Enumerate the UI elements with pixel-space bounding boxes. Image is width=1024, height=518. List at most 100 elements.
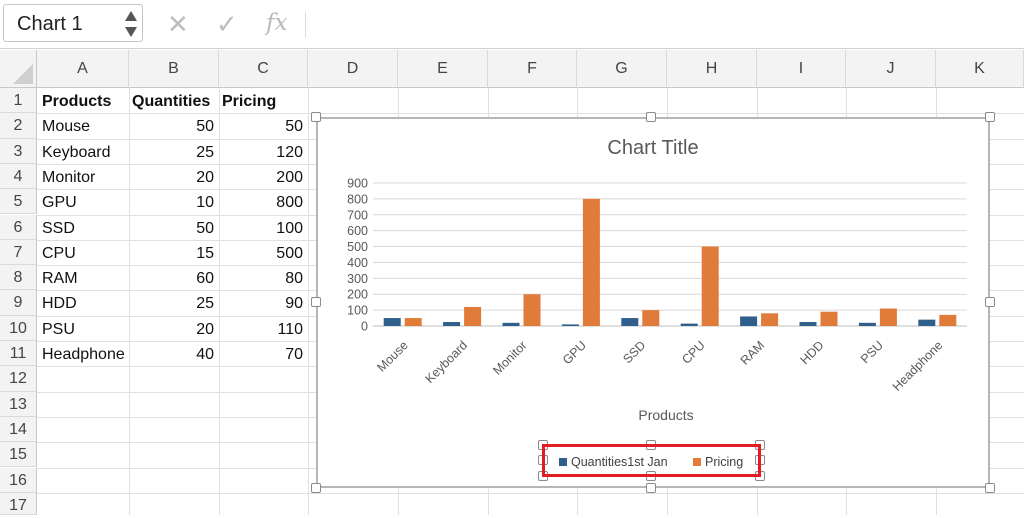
cell-c1[interactable]: Pricing <box>222 89 306 114</box>
row-header-9[interactable]: 9 <box>0 290 37 316</box>
row-header-17[interactable]: 17 <box>0 492 37 515</box>
select-all-button[interactable] <box>0 50 37 88</box>
bar-pricing[interactable] <box>939 314 957 326</box>
bar-pricing[interactable] <box>642 310 660 326</box>
bar-pricing[interactable] <box>820 311 838 326</box>
resize-handle-bottom-right[interactable] <box>985 483 995 493</box>
y-tick-label[interactable]: 900 <box>347 177 368 191</box>
cell-a8[interactable]: RAM <box>42 266 128 291</box>
cell-b8[interactable]: 60 <box>131 266 214 291</box>
x-tick-label[interactable]: Headphone <box>890 338 946 394</box>
cell-c6[interactable]: 100 <box>221 216 303 241</box>
bar-quantities[interactable] <box>561 324 579 326</box>
cell-b5[interactable]: 10 <box>131 190 214 215</box>
cell-c9[interactable]: 90 <box>221 291 303 316</box>
y-tick-label[interactable]: 400 <box>347 256 368 270</box>
bar-pricing[interactable] <box>523 294 541 326</box>
x-tick-label[interactable]: GPU <box>560 338 589 367</box>
y-tick-label[interactable]: 100 <box>347 304 368 318</box>
resize-handle-top-right[interactable] <box>985 112 995 122</box>
cell-b6[interactable]: 50 <box>131 216 214 241</box>
cell-a4[interactable]: Monitor <box>42 165 128 190</box>
cell-c4[interactable]: 200 <box>221 165 303 190</box>
row-header-3[interactable]: 3 <box>0 138 37 164</box>
cell-a5[interactable]: GPU <box>42 190 128 215</box>
column-header-a[interactable]: A <box>37 50 129 88</box>
bar-pricing[interactable] <box>879 308 897 326</box>
cell-a11[interactable]: Headphone <box>42 342 128 367</box>
row-header-11[interactable]: 11 <box>0 341 37 367</box>
bar-quantities[interactable] <box>918 319 936 326</box>
cell-c11[interactable]: 70 <box>221 342 303 367</box>
column-header-b[interactable]: B <box>129 50 219 88</box>
x-axis-title[interactable]: Products <box>638 407 693 423</box>
resize-handle-top-left[interactable] <box>311 112 321 122</box>
bar-pricing[interactable] <box>761 313 779 326</box>
cell-c8[interactable]: 80 <box>221 266 303 291</box>
x-tick-label[interactable]: CPU <box>679 338 708 367</box>
bar-pricing[interactable] <box>701 246 719 326</box>
bar-chart[interactable]: Chart Title Products 0 100 200 300 400 500 600… <box>316 117 990 488</box>
resize-handle-left[interactable] <box>311 297 321 307</box>
cell-b1[interactable]: Quantities <box>132 89 218 114</box>
column-header-e[interactable]: E <box>398 50 488 88</box>
x-tick-label[interactable]: PSU <box>858 338 886 366</box>
bar-pricing[interactable] <box>582 198 600 326</box>
row-header-10[interactable]: 10 <box>0 315 37 341</box>
x-axis-tick-labels[interactable]: Mouse Keyboard Monitor GPU SSD CPU RAM HDD PSU He… <box>374 338 945 394</box>
row-header-14[interactable]: 14 <box>0 416 37 443</box>
cell-b9[interactable]: 25 <box>131 291 214 316</box>
column-header-j[interactable]: J <box>846 50 936 88</box>
enter-icon[interactable]: ✓ <box>216 10 238 38</box>
cell-b3[interactable]: 25 <box>131 140 214 165</box>
cell-a7[interactable]: CPU <box>42 241 128 266</box>
chevron-up-icon[interactable] <box>125 11 137 21</box>
resize-handle-right[interactable] <box>985 297 995 307</box>
x-tick-label[interactable]: RAM <box>738 338 768 368</box>
chart-title[interactable]: Chart Title <box>607 137 698 159</box>
column-header-d[interactable]: D <box>308 50 398 88</box>
resize-handle-bottom-left[interactable] <box>311 483 321 493</box>
cell-b10[interactable]: 20 <box>131 317 214 342</box>
column-header-g[interactable]: G <box>577 50 667 88</box>
y-tick-label[interactable]: 500 <box>347 240 368 254</box>
row-header-2[interactable]: 2 <box>0 113 37 139</box>
name-box[interactable]: Chart 1 <box>3 4 143 42</box>
column-header-c[interactable]: C <box>219 50 308 88</box>
cell-b11[interactable]: 40 <box>131 342 214 367</box>
column-header-h[interactable]: H <box>667 50 757 88</box>
bar-quantities[interactable] <box>502 322 520 326</box>
cell-c5[interactable]: 800 <box>221 190 303 215</box>
x-tick-label[interactable]: HDD <box>798 338 827 367</box>
x-tick-label[interactable]: Mouse <box>374 338 410 374</box>
bar-pricing[interactable] <box>404 318 422 326</box>
row-header-7[interactable]: 7 <box>0 239 37 266</box>
y-tick-label[interactable]: 700 <box>347 208 368 222</box>
cell-a2[interactable]: Mouse <box>42 114 128 139</box>
row-header-13[interactable]: 13 <box>0 391 37 417</box>
cell-c3[interactable]: 120 <box>221 140 303 165</box>
cell-b4[interactable]: 20 <box>131 165 214 190</box>
cell-b2[interactable]: 50 <box>131 114 214 139</box>
bar-quantities[interactable] <box>680 323 698 326</box>
column-header-i[interactable]: I <box>757 50 846 88</box>
x-tick-label[interactable]: SSD <box>620 338 648 366</box>
bar-quantities[interactable] <box>621 318 639 326</box>
resize-handle-bottom[interactable] <box>646 483 656 493</box>
row-header-1[interactable]: 1 <box>0 88 37 114</box>
y-tick-label[interactable]: 600 <box>347 224 368 238</box>
row-header-4[interactable]: 4 <box>0 163 37 190</box>
x-tick-label[interactable]: Keyboard <box>422 338 470 386</box>
cell-c7[interactable]: 500 <box>221 241 303 266</box>
chevron-down-icon[interactable] <box>125 27 137 37</box>
function-icon[interactable]: fx <box>266 10 287 36</box>
y-tick-label[interactable]: 800 <box>347 192 368 206</box>
bar-quantities[interactable] <box>383 318 401 326</box>
cell-a3[interactable]: Keyboard <box>42 140 128 165</box>
cell-c2[interactable]: 50 <box>221 114 303 139</box>
cell-a6[interactable]: SSD <box>42 216 128 241</box>
y-tick-label[interactable]: 0 <box>361 320 368 334</box>
cell-c10[interactable]: 110 <box>221 317 303 342</box>
row-header-8[interactable]: 8 <box>0 265 37 291</box>
cell-a9[interactable]: HDD <box>42 291 128 316</box>
